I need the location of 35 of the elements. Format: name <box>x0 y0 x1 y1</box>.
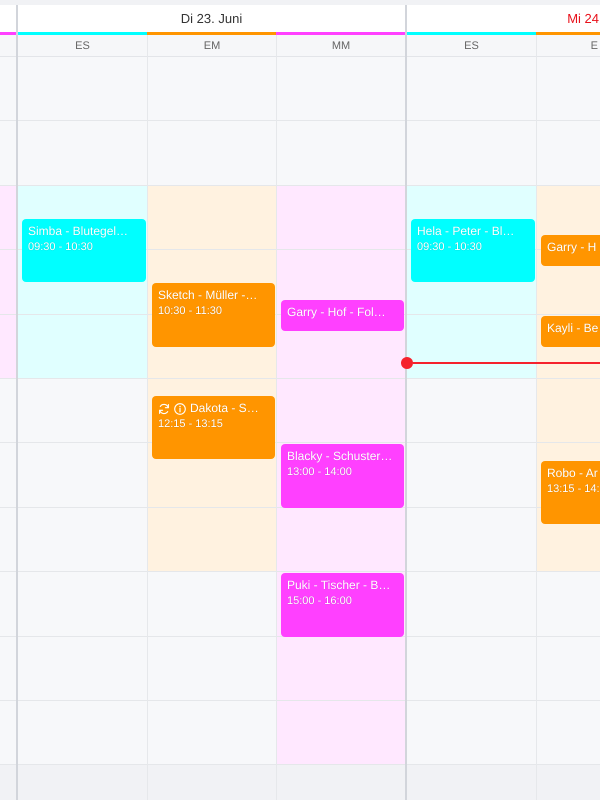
column-header: ES <box>18 35 147 57</box>
appointment-title: Puki - Tischer - B… <box>287 578 390 594</box>
column-header: MM <box>276 35 405 57</box>
appointment-title: Hela - Peter - Bl… <box>417 224 514 239</box>
appointment-time: 12:15 - 13:15 <box>158 418 223 432</box>
appointment-time: 09:30 - 10:30 <box>417 241 482 254</box>
day-header: Di 23. Juni <box>18 5 405 32</box>
appointment-title: Simba - Blutegel… <box>28 224 128 239</box>
column-header: ES <box>407 35 536 57</box>
appointment-title: Kayli - Be <box>547 320 598 336</box>
appointment-title: Garry - H <box>547 240 596 256</box>
appointment-card[interactable]: Garry - H <box>541 235 600 266</box>
appointment-title: Sketch - Müller -… <box>158 288 258 304</box>
appointment-card[interactable]: Simba - Blutegel… 09:30 - 10:30 <box>22 219 146 282</box>
appointment-title: Robo - Ar <box>547 466 598 480</box>
day-header: Mi 24 <box>407 5 600 32</box>
appointment-time: 09:30 - 10:30 <box>28 241 93 254</box>
appointment-card[interactable]: Dakota - S… 12:15 - 13:15 <box>152 396 275 460</box>
appointment-card[interactable]: Kayli - Be <box>541 316 600 347</box>
column-header <box>0 35 16 57</box>
appointment-card[interactable]: Hela - Peter - Bl… 09:30 - 10:30 <box>411 219 535 282</box>
appointment-card[interactable]: Puki - Tischer - B… 15:00 - 16:00 <box>281 573 404 637</box>
appointment-time: 15:00 - 16:00 <box>287 595 352 608</box>
appointment-title: Dakota - S… <box>190 401 259 416</box>
appointment-time: 13:15 - 14: <box>547 482 600 496</box>
column-header: E <box>536 35 600 57</box>
appointment-card[interactable]: Robo - Ar 13:15 - 14: <box>541 460 600 524</box>
appointment-title: Garry - Hof - Fol… <box>287 304 386 320</box>
appointment-card[interactable]: Sketch - Müller -… 10:30 - 11:30 <box>152 283 275 347</box>
appointment-time: 10:30 - 11:30 <box>158 305 222 318</box>
appointment-time: 13:00 - 14:00 <box>287 466 352 480</box>
column-header: EM <box>147 35 276 57</box>
appointment-title: Blacky - Schuster… <box>287 449 392 464</box>
appointment-card[interactable]: Blacky - Schuster… 13:00 - 14:00 <box>281 444 404 508</box>
appointment-card[interactable]: Garry - Hof - Fol… <box>281 300 404 331</box>
